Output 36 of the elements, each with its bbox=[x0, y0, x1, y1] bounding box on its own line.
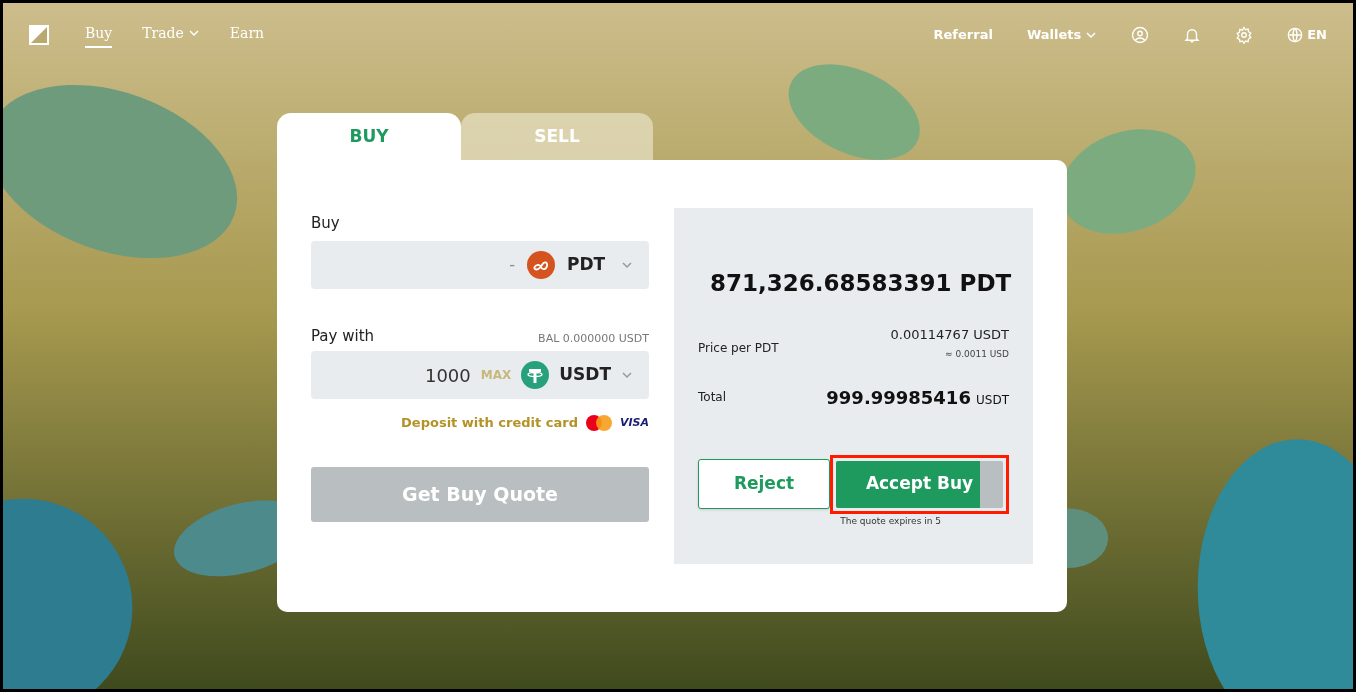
nav-link[interactable]: Buy bbox=[85, 22, 113, 48]
tab[interactable]: SELL bbox=[461, 113, 653, 160]
referral-link[interactable]: Referral bbox=[933, 25, 993, 45]
balance-text: BAL 0.000000 USDT bbox=[538, 330, 649, 347]
chevron-down-icon bbox=[1085, 29, 1098, 41]
max-button[interactable]: MAX bbox=[480, 366, 512, 384]
nav-link[interactable]: Trade bbox=[142, 22, 200, 48]
expiry-text: The quote expires in 5 bbox=[840, 514, 941, 528]
globe-icon bbox=[1287, 27, 1304, 43]
accept-buy-button[interactable]: Accept Buy bbox=[836, 460, 1003, 508]
language-menu[interactable]: EN bbox=[1287, 25, 1327, 45]
tab[interactable]: BUY bbox=[277, 113, 461, 160]
field-label: Buy bbox=[311, 213, 341, 234]
total-value: 999.99985416 USDT bbox=[826, 385, 1009, 410]
price-value: 0.00114767 USDT bbox=[890, 325, 1009, 344]
visa-logo: VISA bbox=[619, 414, 649, 431]
total-label: Total bbox=[698, 389, 727, 406]
bell-icon[interactable] bbox=[1183, 26, 1202, 44]
price-label: Price per PDT bbox=[698, 339, 779, 357]
pay-amount-field[interactable]: 1000 MAX USDT bbox=[311, 351, 649, 399]
wallets-menu[interactable]: Wallets bbox=[1026, 25, 1098, 45]
tether-icon bbox=[521, 361, 550, 389]
settings-icon[interactable] bbox=[1235, 26, 1254, 44]
nav-link[interactable]: Earn bbox=[229, 22, 265, 48]
mastercard-icon bbox=[583, 413, 614, 432]
chevron-down-icon bbox=[187, 27, 200, 39]
field-label: Pay with bbox=[311, 325, 375, 347]
quote-amount: 871,326.68583391 PDT bbox=[710, 269, 1012, 298]
token-icon bbox=[527, 250, 555, 279]
price-usd: ≈ 0.0011 USD bbox=[945, 348, 1009, 361]
logo-icon[interactable] bbox=[29, 25, 49, 45]
deposit-link[interactable]: Deposit with credit card bbox=[401, 413, 578, 433]
user-icon[interactable] bbox=[1131, 26, 1150, 44]
chevron-down-icon bbox=[621, 369, 633, 381]
buy-amount-field[interactable]: - PDT bbox=[311, 240, 649, 289]
reject-button[interactable]: Reject bbox=[698, 459, 830, 509]
